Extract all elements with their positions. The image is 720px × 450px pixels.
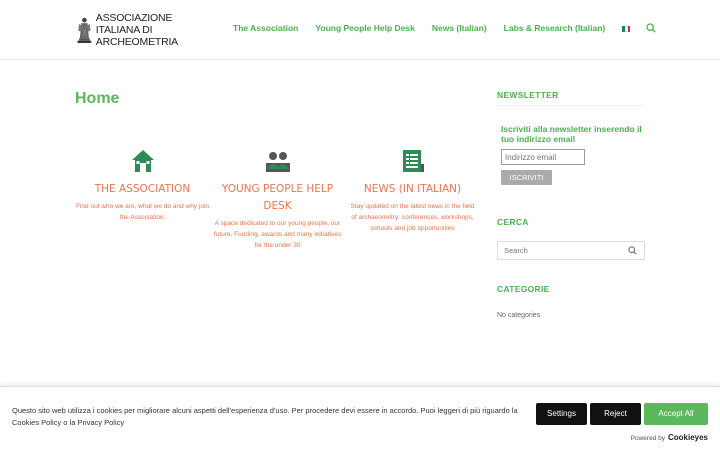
column-icon-wrap <box>75 145 210 177</box>
nav-young-people-help-desk[interactable]: Young People Help Desk <box>315 23 415 33</box>
feature-column-association: THE ASSOCIATION Find out who we are, wha… <box>75 145 210 251</box>
sidebar-newsletter: NEWSLETTER Iscriviti alla newsletter ins… <box>497 90 645 185</box>
email-field[interactable] <box>501 149 585 165</box>
cerca-section: CERCA <box>497 217 645 232</box>
column-description: Stay updated on the latest news in the f… <box>350 203 475 232</box>
main-nav: The Association Young People Help Desk N… <box>233 23 656 33</box>
cookie-accept-button[interactable]: Accept All <box>644 403 708 425</box>
column-title[interactable]: YOUNG PEOPLE HELP DESK <box>210 181 345 215</box>
search-icon[interactable] <box>646 23 656 33</box>
cookie-banner: Questo sito web utilizza i cookies per m… <box>0 386 720 450</box>
sidebar-search <box>497 241 645 260</box>
nav-labs-research-italian[interactable]: Labs & Research (Italian) <box>504 23 606 33</box>
cookie-text: Questo sito web utilizza i cookies per m… <box>12 406 518 427</box>
house-icon[interactable] <box>130 148 156 174</box>
column-description: A space dedicated to our young people, o… <box>213 220 342 249</box>
column-title[interactable]: THE ASSOCIATION <box>75 181 210 198</box>
newsletter-form: Iscriviti alla newsletter inserendo il t… <box>497 124 645 185</box>
site-header: ASSOCIAZIONE ITALIANA DI ARCHEOMETRIA Th… <box>0 0 720 60</box>
page-title: Home <box>75 90 120 107</box>
nav-news-italian[interactable]: News (Italian) <box>432 23 487 33</box>
logo-wordmark: ASSOCIAZIONE ITALIANA DI ARCHEOMETRIA <box>96 12 178 48</box>
people-icon[interactable] <box>264 149 292 173</box>
search-icon[interactable] <box>628 246 637 255</box>
cerca-heading: CERCA <box>497 217 529 227</box>
no-categories-text: No categories <box>497 312 541 319</box>
feature-column-news: NEWS (IN ITALIAN) Stay updated on the la… <box>345 145 480 251</box>
newspaper-icon[interactable] <box>400 148 426 174</box>
logo-line: ASSOCIAZIONE <box>95 12 173 24</box>
statue-logo-icon <box>77 17 92 43</box>
newsletter-heading: NEWSLETTER <box>497 90 645 106</box>
subscribe-button[interactable]: ISCRIVITI <box>501 170 552 185</box>
cookieyes-logo: Cookieyes <box>667 433 708 442</box>
categorie-section: CATEGORIE <box>497 284 645 299</box>
logo-line: ITALIANA DI <box>95 24 153 36</box>
search-input[interactable] <box>504 246 614 255</box>
powered-by-label: Powered by <box>630 435 665 442</box>
column-description: Find out who we are, what we do and why … <box>76 203 209 221</box>
newsletter-title: Iscriviti alla newsletter inserendo il t… <box>501 124 642 144</box>
logo-line: ARCHEOMETRIA <box>95 36 178 48</box>
column-icon-wrap <box>345 145 480 177</box>
feature-columns: THE ASSOCIATION Find out who we are, wha… <box>75 145 480 251</box>
cookie-reject-button[interactable]: Reject <box>590 403 641 425</box>
cookie-settings-button[interactable]: Settings <box>536 403 587 425</box>
italian-flag-icon[interactable] <box>622 25 631 32</box>
nav-the-association[interactable]: The Association <box>233 23 298 33</box>
column-title[interactable]: NEWS (IN ITALIAN) <box>345 181 480 198</box>
site-logo[interactable]: ASSOCIAZIONE ITALIANA DI ARCHEOMETRIA <box>76 11 178 49</box>
column-icon-wrap <box>210 145 345 177</box>
categorie-heading: CATEGORIE <box>497 284 550 294</box>
powered-by[interactable]: Powered by Cookieyes <box>631 433 708 442</box>
feature-column-young-people: YOUNG PEOPLE HELP DESK A space dedicated… <box>210 145 345 251</box>
